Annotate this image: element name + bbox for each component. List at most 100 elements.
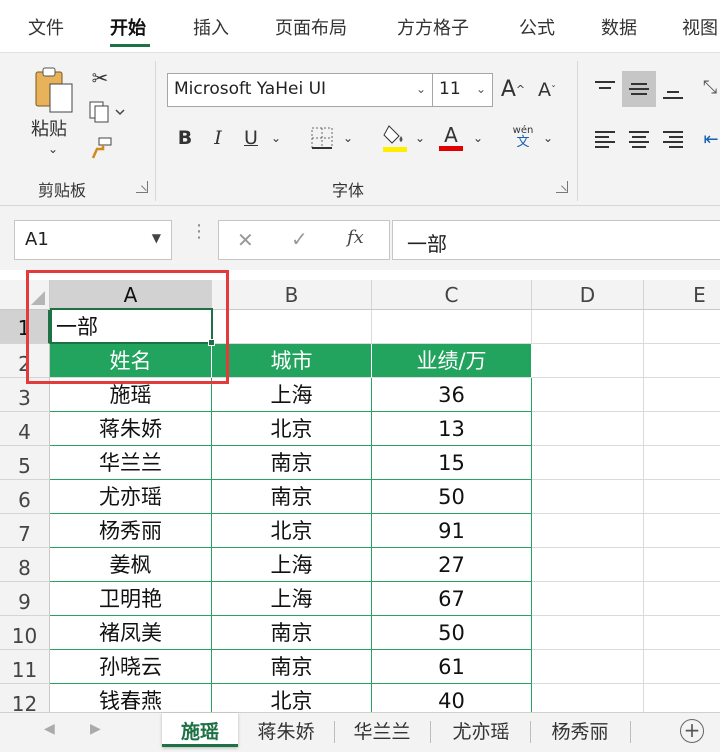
cell[interactable] (532, 446, 644, 480)
table-header-cell[interactable]: 业绩/万 (372, 344, 532, 378)
row-header[interactable]: 7 (0, 514, 50, 548)
align-top-icon[interactable] (590, 73, 620, 105)
row-header[interactable]: 12 (0, 684, 50, 712)
row-header[interactable]: 5 (0, 446, 50, 480)
table-cell[interactable]: 北京 (212, 514, 372, 548)
tab-page-layout[interactable]: 页面布局 (275, 14, 347, 40)
cell[interactable] (532, 412, 644, 446)
table-cell[interactable]: 北京 (212, 684, 372, 712)
cell[interactable] (644, 310, 720, 344)
fill-color-icon[interactable] (380, 121, 410, 155)
insert-function-icon[interactable]: fx (347, 227, 364, 248)
phonetic-guide-button[interactable]: wén 文 (508, 121, 538, 153)
sheet-tab[interactable]: 华兰兰 (340, 713, 424, 747)
cell[interactable] (532, 344, 644, 378)
cell[interactable] (212, 310, 372, 344)
cut-icon[interactable]: ✂ (88, 65, 112, 91)
add-sheet-icon[interactable]: + (680, 719, 704, 743)
tab-home[interactable]: 开始 (110, 14, 146, 40)
table-header-cell[interactable]: 城市 (212, 344, 372, 378)
column-header-e[interactable]: E (644, 280, 720, 310)
table-cell[interactable]: 50 (372, 616, 532, 650)
table-cell[interactable]: 67 (372, 582, 532, 616)
borders-icon[interactable] (308, 123, 336, 153)
cell[interactable] (644, 344, 720, 378)
table-cell[interactable]: 蒋朱娇 (50, 412, 212, 446)
column-header-d[interactable]: D (532, 280, 644, 310)
table-cell[interactable]: 南京 (212, 480, 372, 514)
italic-button[interactable]: I (207, 123, 229, 153)
paste-label[interactable]: 粘贴 (31, 115, 67, 141)
align-right-icon[interactable] (658, 123, 688, 155)
sheet-tab[interactable]: 蒋朱娇 (244, 713, 328, 747)
table-cell[interactable]: 姜枫 (50, 548, 212, 582)
cell[interactable] (644, 412, 720, 446)
table-cell[interactable]: 50 (372, 480, 532, 514)
sheet-tab[interactable]: 尤亦瑶 (436, 713, 526, 747)
cell[interactable] (532, 616, 644, 650)
cell[interactable] (532, 582, 644, 616)
cell[interactable] (532, 310, 644, 344)
font-size-select[interactable]: 11 ⌄ (433, 73, 493, 107)
more-options-icon[interactable]: ⋮ (190, 223, 208, 241)
table-cell[interactable]: 卫明艳 (50, 582, 212, 616)
enter-icon[interactable]: ✓ (291, 227, 308, 251)
table-cell[interactable]: 尤亦瑶 (50, 480, 212, 514)
align-bottom-icon[interactable] (658, 75, 688, 107)
bold-button[interactable]: B (174, 123, 196, 153)
paste-icon[interactable] (30, 65, 78, 115)
orientation-icon[interactable]: ⤡ (700, 71, 720, 103)
cell[interactable] (644, 684, 720, 712)
align-left-icon[interactable] (590, 123, 620, 155)
table-cell[interactable]: 上海 (212, 548, 372, 582)
column-header-b[interactable]: B (212, 280, 372, 310)
row-header[interactable]: 11 (0, 650, 50, 684)
table-cell[interactable]: 钱春燕 (50, 684, 212, 712)
column-header-c[interactable]: C (372, 280, 532, 310)
shrink-font-button[interactable]: Aˇ (534, 75, 560, 105)
clipboard-launcher-icon[interactable] (136, 181, 148, 193)
row-header[interactable]: 6 (0, 480, 50, 514)
copy-icon[interactable] (86, 99, 130, 125)
font-color-button[interactable]: A (438, 119, 464, 155)
sheet-tab[interactable]: 杨秀丽 (536, 713, 624, 747)
table-cell[interactable]: 13 (372, 412, 532, 446)
table-cell[interactable]: 南京 (212, 446, 372, 480)
paste-dropdown-icon[interactable]: ⌄ (44, 141, 62, 157)
table-cell[interactable]: 上海 (212, 378, 372, 412)
table-cell[interactable]: 华兰兰 (50, 446, 212, 480)
table-cell[interactable]: 褚凤美 (50, 616, 212, 650)
tab-data[interactable]: 数据 (601, 14, 637, 40)
scroll-left-icon[interactable]: ◀ (44, 721, 55, 737)
table-cell[interactable]: 91 (372, 514, 532, 548)
cell[interactable] (532, 650, 644, 684)
cell[interactable] (644, 548, 720, 582)
format-painter-icon[interactable] (88, 135, 114, 161)
cell[interactable] (532, 480, 644, 514)
cell[interactable] (644, 514, 720, 548)
phonetic-dropdown-icon[interactable]: ⌄ (540, 127, 556, 149)
table-cell[interactable]: 南京 (212, 616, 372, 650)
table-cell[interactable]: 南京 (212, 650, 372, 684)
table-cell[interactable]: 40 (372, 684, 532, 712)
table-cell[interactable]: 61 (372, 650, 532, 684)
font-name-select[interactable]: Microsoft YaHei UI ⌄ (167, 73, 433, 107)
row-header[interactable]: 4 (0, 412, 50, 446)
cell[interactable] (644, 378, 720, 412)
cell[interactable] (532, 514, 644, 548)
tab-formulas[interactable]: 公式 (519, 14, 555, 40)
table-cell[interactable]: 北京 (212, 412, 372, 446)
table-cell[interactable]: 上海 (212, 582, 372, 616)
cancel-icon[interactable]: ✕ (237, 228, 254, 252)
chevron-down-icon[interactable]: ▼ (152, 231, 161, 245)
font-launcher-icon[interactable] (556, 181, 568, 193)
cell[interactable] (644, 616, 720, 650)
row-header[interactable]: 8 (0, 548, 50, 582)
underline-dropdown-icon[interactable]: ⌄ (268, 127, 284, 149)
cell[interactable] (644, 650, 720, 684)
table-cell[interactable]: 27 (372, 548, 532, 582)
sheet-tab-active[interactable]: 施瑶 (162, 713, 238, 747)
table-cell[interactable]: 孙晓云 (50, 650, 212, 684)
scroll-right-icon[interactable]: ▶ (90, 721, 101, 737)
table-cell[interactable]: 36 (372, 378, 532, 412)
